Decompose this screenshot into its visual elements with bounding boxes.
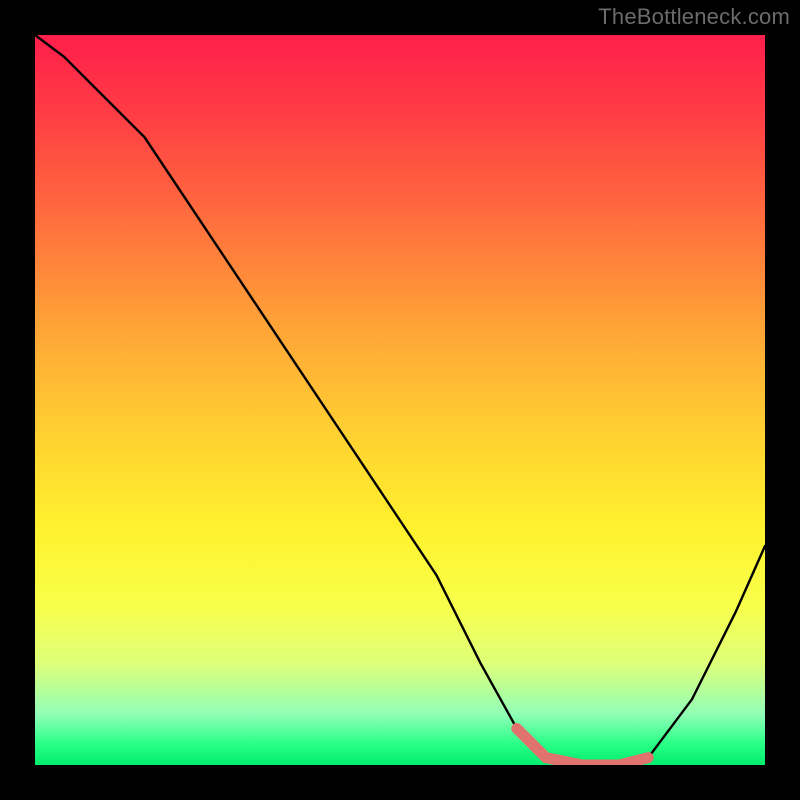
watermark-text: TheBottleneck.com bbox=[598, 4, 790, 30]
plot-area bbox=[35, 35, 765, 765]
curve-overlay bbox=[35, 35, 765, 765]
bottleneck-curve-path bbox=[35, 35, 765, 765]
sweet-spot-highlight-path bbox=[517, 729, 648, 766]
chart-stage: TheBottleneck.com bbox=[0, 0, 800, 800]
